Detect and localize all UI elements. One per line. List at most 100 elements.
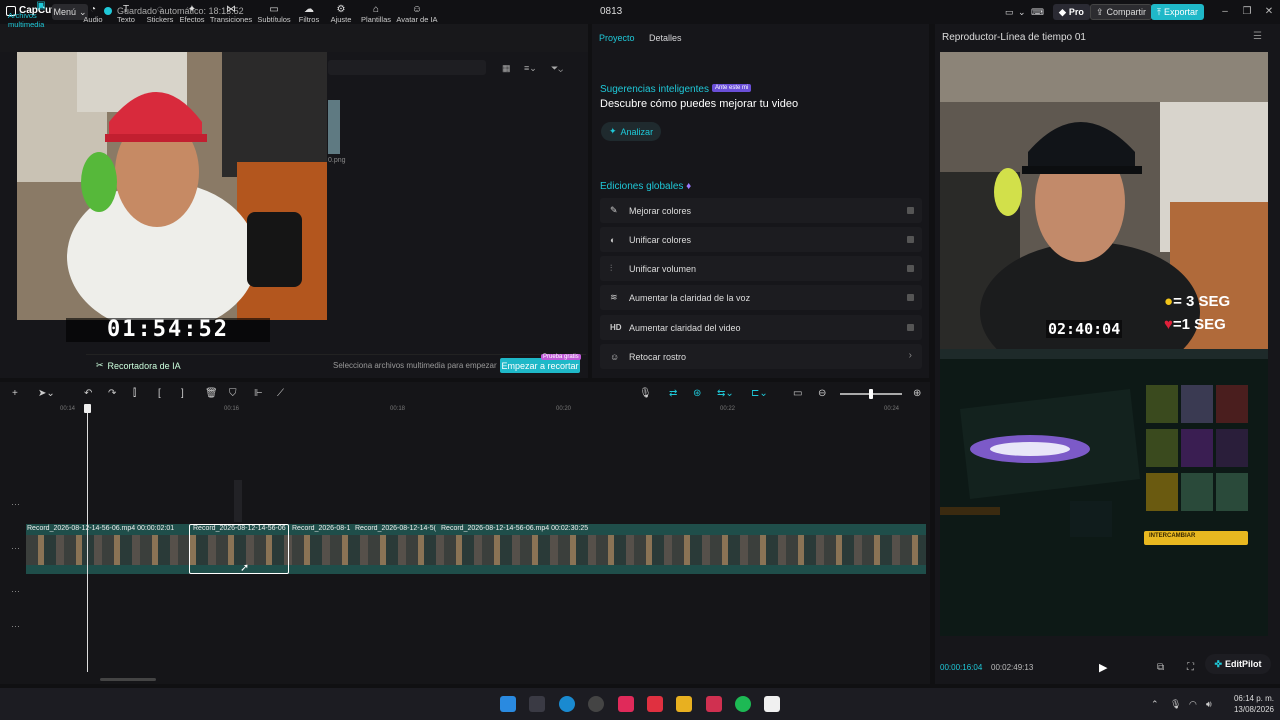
playhead-handle[interactable] bbox=[84, 404, 91, 413]
clip-label[interactable]: Record_2026-08-12-14-56-06.mp4 00:02:30:… bbox=[441, 525, 588, 532]
tool-ai-avatar[interactable]: ☺ Avatar de IA bbox=[396, 2, 438, 26]
link-main-track-icon[interactable]: ⇄ bbox=[669, 388, 677, 399]
media-search-bar[interactable] bbox=[328, 60, 486, 75]
player-menu-icon[interactable]: ☰ bbox=[1253, 31, 1262, 42]
magnet-icon[interactable]: ⊛ bbox=[693, 388, 701, 399]
undo-icon[interactable]: ↶ bbox=[84, 388, 92, 399]
close-icon[interactable]: ✕ bbox=[1259, 4, 1279, 20]
chrome-icon[interactable] bbox=[588, 696, 604, 712]
toggle-switch[interactable] bbox=[907, 294, 914, 301]
edit-video-clarity[interactable]: HD Aumentar claridad del video bbox=[600, 315, 922, 340]
clip-thumbnails[interactable] bbox=[26, 535, 926, 565]
dropdown-chevron-icon[interactable]: ⌄ bbox=[1018, 4, 1026, 20]
trim-left-icon[interactable]: [ bbox=[158, 388, 161, 399]
free-trial-badge: Prueba gratis bbox=[541, 354, 581, 360]
zoom-out-icon[interactable]: ⊖ bbox=[818, 388, 826, 399]
microphone-icon[interactable]: 🎙︎ bbox=[639, 388, 652, 399]
tray-chevron-icon[interactable]: ⌃ bbox=[1151, 699, 1159, 710]
start-cutting-button[interactable]: Empezar a recortar bbox=[500, 358, 580, 373]
xampp-icon[interactable] bbox=[647, 696, 663, 712]
wifi-icon[interactable]: ◠ bbox=[1189, 699, 1197, 710]
export-label: Exportar bbox=[1163, 7, 1198, 17]
layout-icon[interactable]: ▭ bbox=[1005, 4, 1014, 20]
edit-unify-volume[interactable]: ⫶ Unificar volumen bbox=[600, 256, 922, 281]
edge-icon[interactable] bbox=[559, 696, 575, 712]
timeline-scrollbar[interactable] bbox=[100, 678, 156, 681]
windows-start-icon[interactable] bbox=[500, 696, 516, 712]
tool-subtitles[interactable]: ▭ Subtítulos bbox=[256, 2, 292, 26]
shortcuts-icon[interactable]: ⌨ bbox=[1031, 4, 1044, 20]
linkage-icon[interactable]: ⇆⌄ bbox=[717, 388, 734, 399]
seg-label-2: =1 SEG bbox=[1172, 316, 1226, 333]
marker-icon[interactable]: ⛉ bbox=[229, 388, 237, 399]
share-button[interactable]: ⇪ Compartir bbox=[1090, 4, 1153, 20]
tool-media[interactable]: ▣ Archivos multimedia bbox=[8, 0, 74, 29]
volume-sliders-icon: ⫶ bbox=[610, 263, 613, 273]
tiktok-icon[interactable] bbox=[618, 696, 634, 712]
tab-project[interactable]: Proyecto bbox=[599, 33, 635, 43]
maximize-icon[interactable]: ❐ bbox=[1237, 4, 1257, 20]
tool-text[interactable]: T Texto bbox=[114, 2, 138, 26]
toggle-switch[interactable] bbox=[907, 236, 914, 243]
edit-unify-colors[interactable]: ◐ Unificar colores bbox=[600, 227, 922, 252]
tool-filters[interactable]: ☁ Filtros bbox=[296, 2, 322, 26]
grid-view-icon[interactable]: ▦ bbox=[502, 63, 511, 74]
fullscreen-icon[interactable]: ⛶ bbox=[1187, 662, 1194, 673]
tool-templates[interactable]: ⌂ Plantillas bbox=[358, 2, 394, 26]
editpilot-button[interactable]: ✜ EditPilot bbox=[1205, 654, 1271, 674]
selected-clip-outline[interactable] bbox=[189, 524, 289, 574]
edit-enhance-colors[interactable]: ✎ Mejorar colores bbox=[600, 198, 922, 223]
trim-right-icon[interactable]: ] bbox=[181, 388, 184, 399]
edit-voice-clarity[interactable]: ≋ Aumentar la claridad de la voz bbox=[600, 285, 922, 310]
auto-edit-icon[interactable]: ⟋ bbox=[277, 388, 284, 399]
captions-icon[interactable]: ▭ bbox=[793, 388, 802, 399]
track-handle-icon[interactable]: ⋯ bbox=[11, 499, 20, 510]
track-handle-icon[interactable]: ⋯ bbox=[11, 621, 20, 632]
webcam-timer-overlay: 01:54:52 bbox=[66, 318, 270, 342]
pro-button[interactable]: ◆ Pro bbox=[1053, 4, 1090, 20]
filter-funnel-icon[interactable]: ⏷⌄ bbox=[551, 63, 563, 74]
tab-details[interactable]: Detalles bbox=[649, 33, 682, 43]
tool-audio[interactable]: ◔ Audio bbox=[80, 2, 106, 26]
file-explorer-icon[interactable] bbox=[676, 696, 692, 712]
tool-stickers[interactable]: ◌ Stickers bbox=[145, 2, 175, 26]
smart-suggestions-subtitle: Descubre cómo puedes mejorar tu video bbox=[600, 98, 799, 110]
tool-effects[interactable]: ✦ Efectos bbox=[178, 2, 206, 26]
toggle-switch[interactable] bbox=[907, 324, 914, 331]
clip-label[interactable]: Record_2026-08-12-14-5( bbox=[355, 525, 437, 532]
preview-axis-icon[interactable]: ⊏⌄ bbox=[751, 388, 768, 399]
volume-icon[interactable]: 🔊︎ bbox=[1206, 699, 1212, 710]
microphone-tray-icon[interactable]: 🎙︎ bbox=[1170, 699, 1181, 710]
edit-retouch-face[interactable]: ☺ Retocar rostro › bbox=[600, 344, 922, 369]
delete-icon[interactable]: 🗑︎ bbox=[205, 388, 218, 399]
split-icon[interactable]: ⫿ bbox=[133, 388, 136, 399]
clip-label[interactable]: Record_2026-08-1 bbox=[292, 525, 352, 532]
zoom-in-icon[interactable]: ⊕ bbox=[913, 388, 921, 399]
media-thumbnail[interactable] bbox=[328, 100, 340, 154]
spotify-icon[interactable] bbox=[735, 696, 751, 712]
tool-transitions[interactable]: ⋈ Transiciones bbox=[210, 2, 252, 26]
toggle-switch[interactable] bbox=[907, 207, 914, 214]
store-icon[interactable] bbox=[529, 696, 545, 712]
sort-icon[interactable]: ≡⌄ bbox=[524, 63, 537, 74]
play-icon[interactable]: ▶ bbox=[1099, 661, 1107, 674]
crop-icon[interactable]: ⧉ bbox=[1157, 662, 1164, 673]
playhead[interactable] bbox=[87, 404, 88, 672]
add-track-icon[interactable]: + bbox=[12, 388, 18, 399]
zoom-slider-handle[interactable] bbox=[869, 389, 873, 399]
select-tool-icon[interactable]: ➤⌄ bbox=[38, 388, 55, 399]
minimize-icon[interactable]: – bbox=[1215, 4, 1235, 20]
toggle-switch[interactable] bbox=[907, 265, 914, 272]
export-button[interactable]: ⤒ Exportar bbox=[1151, 4, 1204, 20]
capcut-taskbar-icon[interactable] bbox=[764, 696, 780, 712]
tool-adjust[interactable]: ⚙ Ajuste bbox=[328, 2, 354, 26]
clip-label[interactable]: Record_2026-08-12-14-56-06.mp4 00:00:02:… bbox=[27, 525, 174, 532]
analyze-button[interactable]: ✦ Analizar bbox=[601, 122, 662, 141]
track-handle-icon[interactable]: ⋯ bbox=[11, 586, 20, 597]
chevron-right-icon: › bbox=[908, 350, 912, 361]
redo-icon[interactable]: ↷ bbox=[108, 388, 116, 399]
system-clock[interactable]: 06:14 p. m. 13/08/2026 bbox=[1222, 693, 1274, 715]
freeze-icon[interactable]: ⊩ bbox=[254, 388, 263, 399]
track-handle-icon[interactable]: ⋯ bbox=[11, 543, 20, 554]
app-icon[interactable] bbox=[706, 696, 722, 712]
